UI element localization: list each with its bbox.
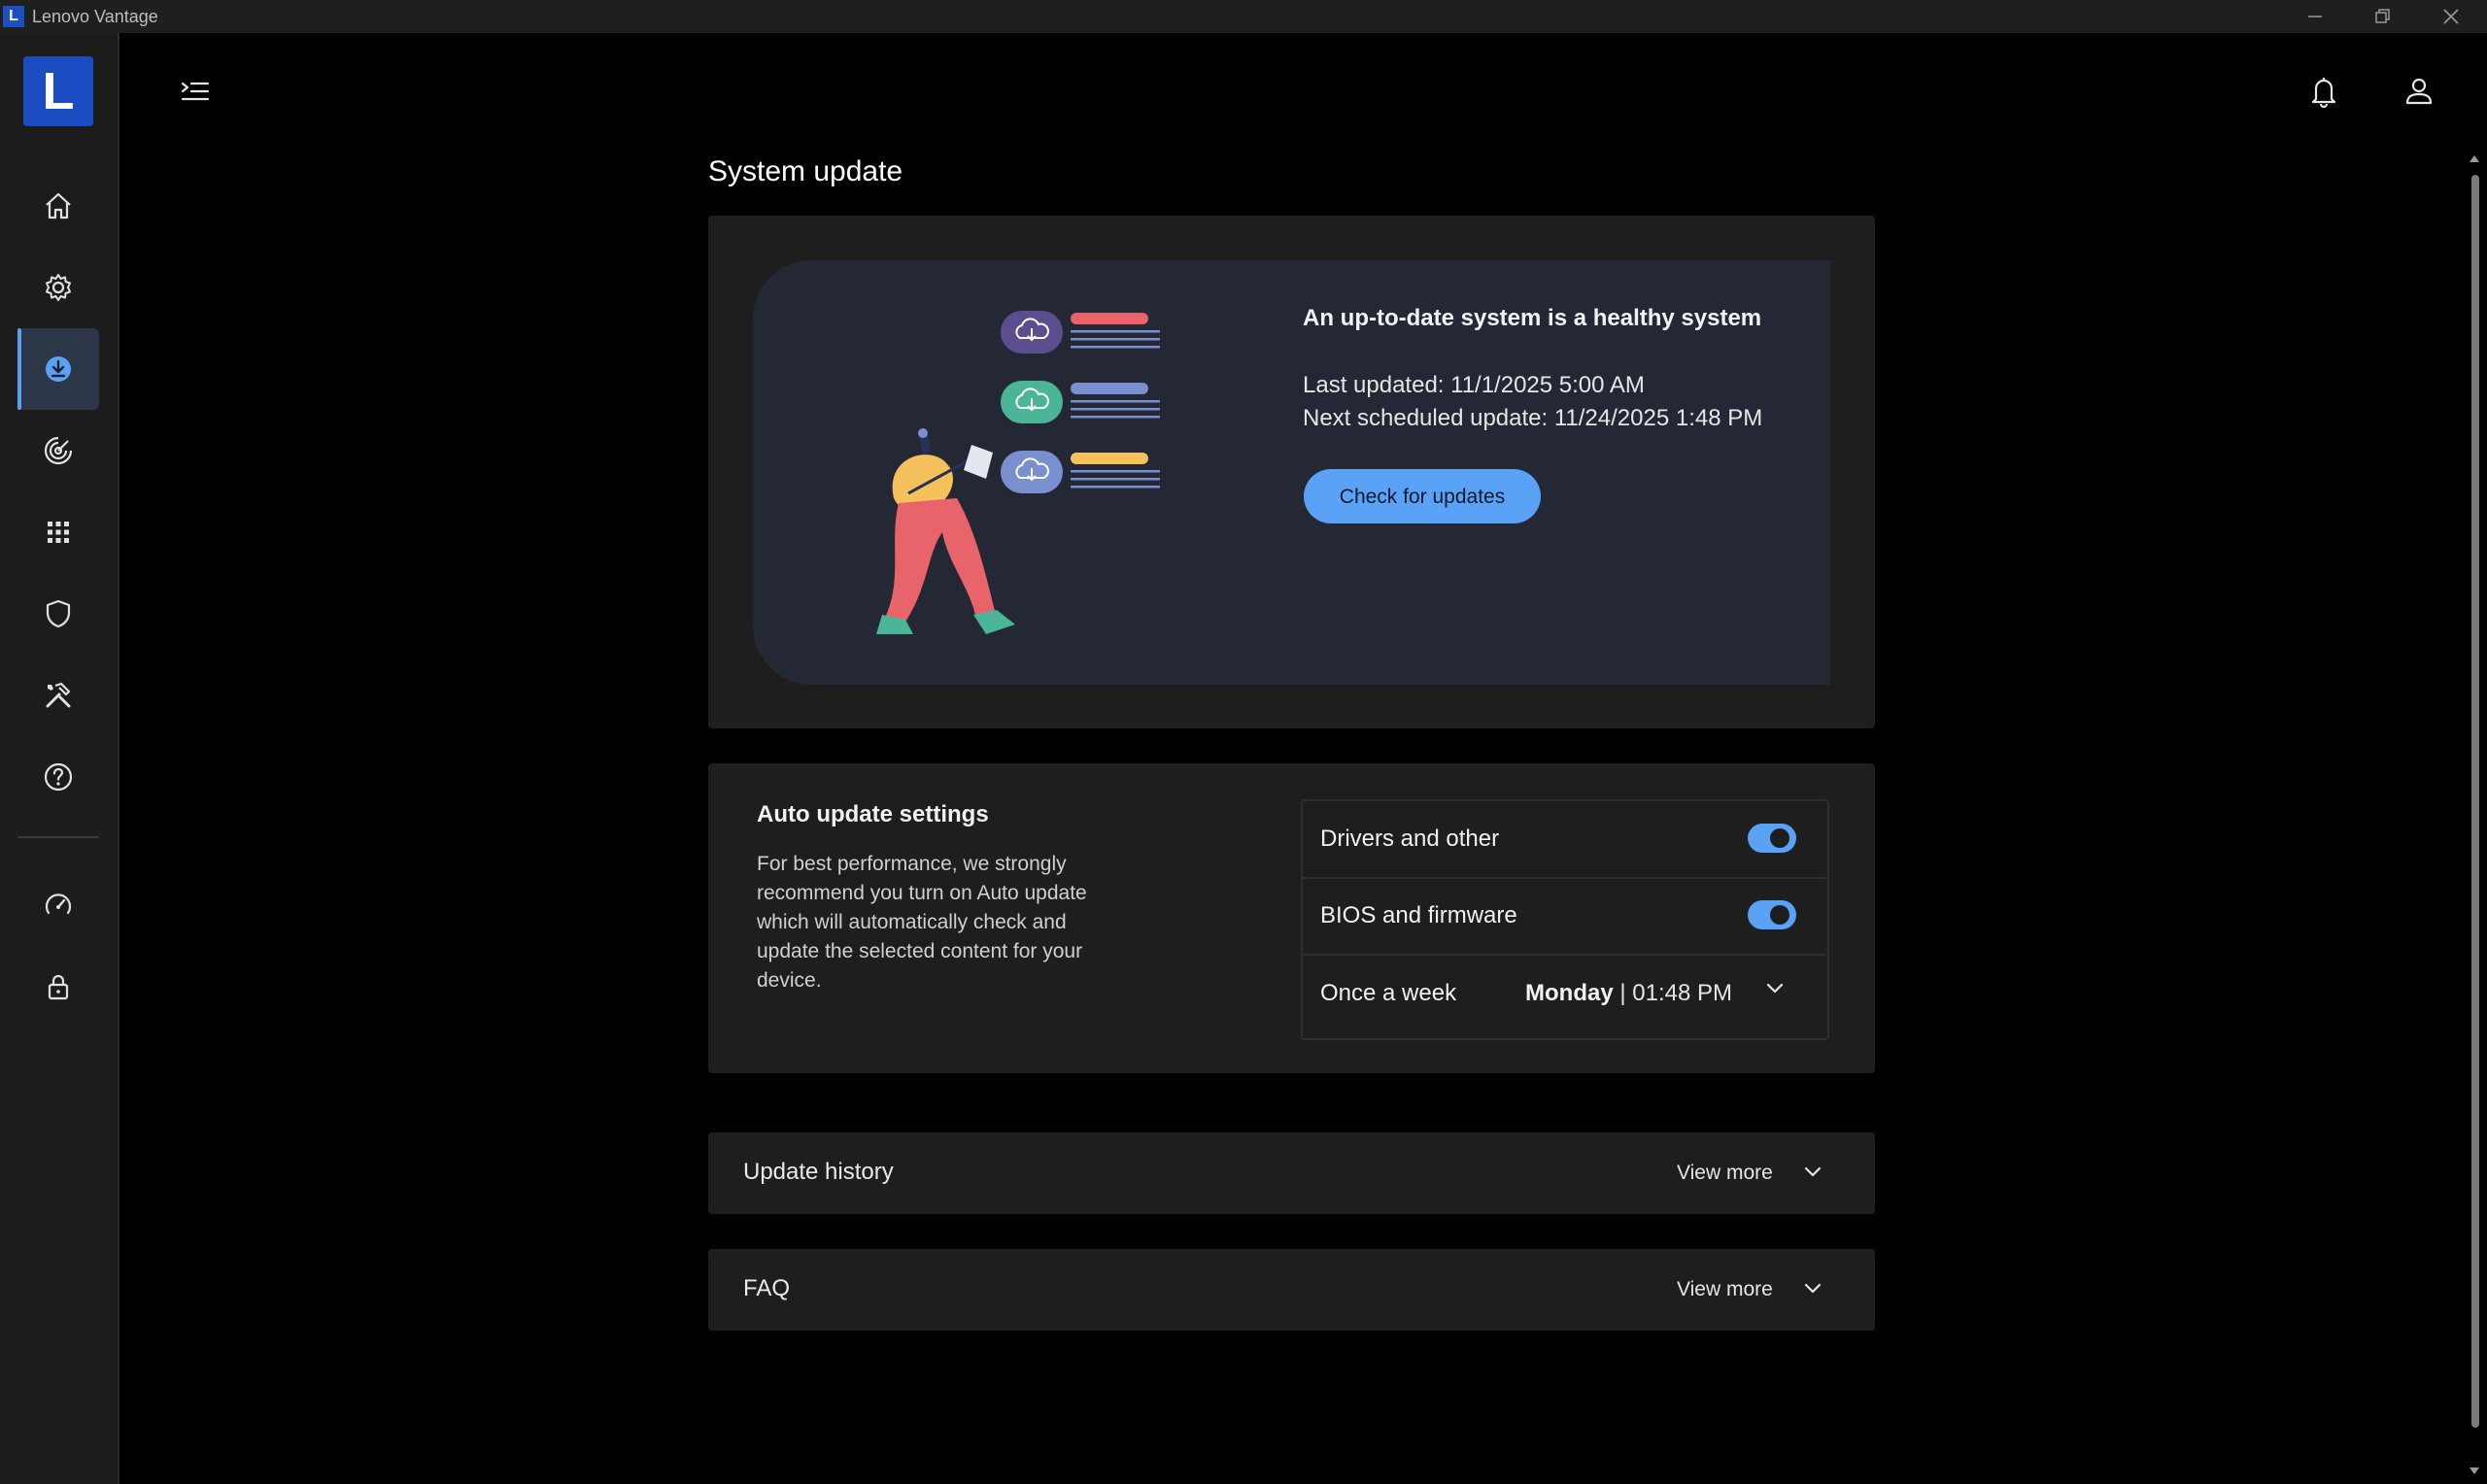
toggle-knob (1770, 905, 1789, 925)
schedule-day: Monday (1525, 980, 1614, 1006)
sidebar-border (118, 33, 119, 1484)
sidebar-item-security[interactable] (17, 573, 99, 655)
account-button[interactable] (2402, 74, 2436, 109)
option-row-bios: BIOS and firmware (1303, 878, 1825, 956)
schedule-time: 01:48 PM (1632, 980, 1732, 1006)
view-more-link[interactable]: View more (1677, 1162, 1773, 1185)
close-icon (2443, 9, 2459, 24)
sidebar-item-smart-features[interactable] (17, 410, 99, 491)
sidebar-item-home[interactable] (17, 165, 99, 247)
sidebar-item-settings[interactable] (17, 247, 99, 328)
notifications-button[interactable] (2307, 74, 2340, 109)
radar-icon (44, 436, 73, 465)
hero-heading: An up-to-date system is a healthy system (1303, 305, 1762, 331)
sidebar-item-help[interactable] (17, 736, 99, 818)
sidebar: L (0, 33, 118, 1484)
lock-icon (48, 974, 69, 1000)
user-icon (2405, 78, 2433, 105)
section-title: FAQ (743, 1275, 791, 1301)
page-title: System update (708, 155, 903, 187)
restore-button[interactable] (2349, 0, 2417, 33)
sidebar-item-privacy[interactable] (17, 946, 99, 1028)
chevron-down-icon[interactable] (1803, 1282, 1823, 1296)
download-icon (46, 356, 71, 382)
minimize-icon (2308, 16, 2322, 17)
shield-icon (46, 599, 71, 628)
chevron-down-icon[interactable] (1803, 1165, 1823, 1179)
last-updated-text: Last updated: 11/1/2025 5:00 AM (1303, 372, 1645, 398)
menu-toggle-button[interactable] (175, 76, 216, 107)
bell-icon (2311, 78, 2336, 109)
scroll-up-arrow-icon[interactable] (2469, 153, 2480, 163)
restore-icon (2375, 9, 2390, 23)
option-label: BIOS and firmware (1320, 902, 1517, 928)
gear-icon (46, 274, 71, 301)
grid-icon (48, 522, 69, 543)
speedometer-icon (45, 894, 72, 915)
help-icon (44, 762, 73, 792)
tools-icon (46, 682, 71, 708)
app-small-logo: L (3, 6, 24, 27)
minimize-button[interactable] (2281, 0, 2349, 33)
title-bar: L Lenovo Vantage (0, 0, 2487, 33)
menu-collapse-icon (181, 82, 210, 101)
auto-update-title: Auto update settings (757, 801, 989, 827)
toggle-knob (1770, 828, 1789, 848)
update-illustration (876, 311, 1160, 634)
bios-toggle[interactable] (1748, 900, 1796, 929)
schedule-dropdown[interactable]: Monday | 01:48 PM (1525, 980, 1732, 1007)
update-history-section[interactable]: Update history View more (708, 1132, 1875, 1214)
chevron-down-icon[interactable] (1765, 982, 1785, 995)
sidebar-item-tools[interactable] (17, 655, 99, 736)
scrollbar-thumb[interactable] (2471, 175, 2479, 1428)
sidebar-item-apps[interactable] (17, 491, 99, 573)
window-title: Lenovo Vantage (32, 7, 158, 26)
auto-update-description: For best performance, we strongly recomm… (757, 853, 1087, 992)
schedule-separator: | (1613, 980, 1633, 1006)
faq-section[interactable]: FAQ View more (708, 1249, 1875, 1331)
section-title: Update history (743, 1159, 894, 1185)
sidebar-divider (17, 836, 99, 838)
schedule-row: Once a week Monday | 01:48 PM (1303, 955, 1825, 1030)
sidebar-item-performance[interactable] (17, 864, 99, 946)
close-button[interactable] (2417, 0, 2485, 33)
option-label: Drivers and other (1320, 826, 1500, 852)
scroll-down-arrow-icon[interactable] (2469, 1467, 2480, 1476)
option-row-drivers: Drivers and other (1303, 801, 1825, 879)
lenovo-logo[interactable]: L (23, 56, 93, 126)
home-icon (46, 192, 71, 219)
check-for-updates-button[interactable]: Check for updates (1304, 469, 1541, 523)
view-more-link[interactable]: View more (1677, 1278, 1773, 1301)
drivers-toggle[interactable] (1748, 824, 1796, 853)
sidebar-item-system-update[interactable] (17, 328, 99, 410)
frequency-label: Once a week (1320, 980, 1457, 1006)
next-update-text: Next scheduled update: 11/24/2025 1:48 P… (1303, 405, 1763, 431)
